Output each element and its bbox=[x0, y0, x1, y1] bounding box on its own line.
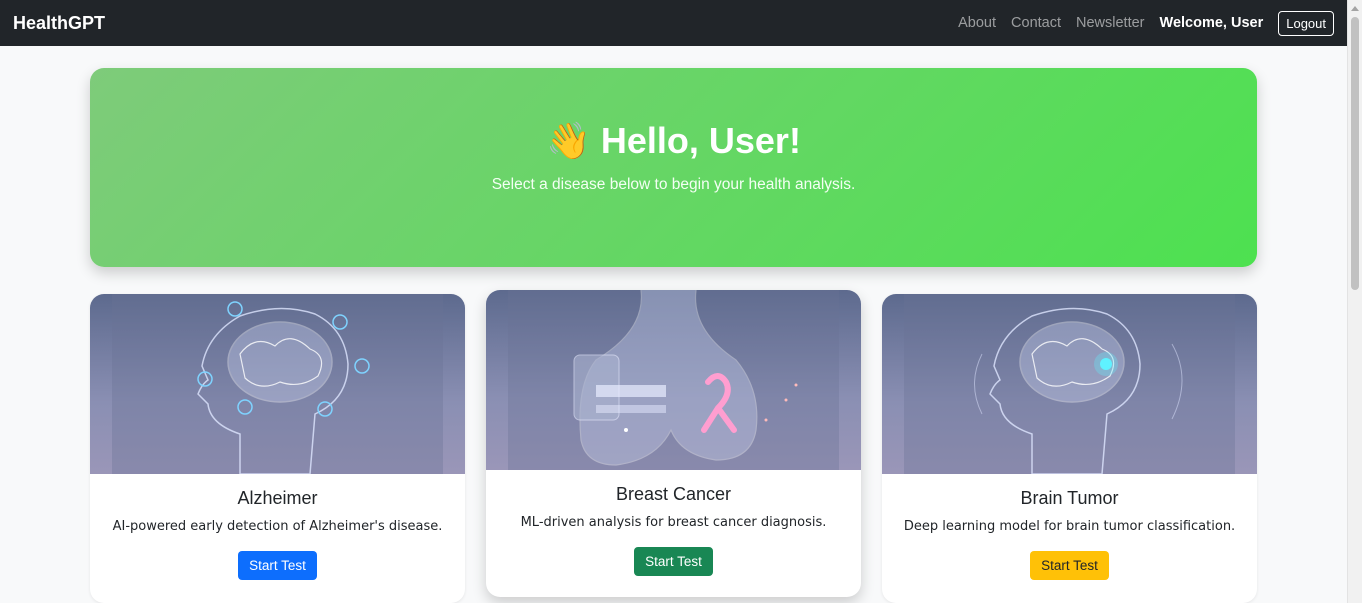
hero-banner: 👋 Hello, User! Select a disease below to… bbox=[90, 68, 1257, 267]
card-alzheimer: Alzheimer AI-powered early detection of … bbox=[90, 294, 465, 603]
welcome-username: User bbox=[1230, 15, 1264, 31]
card-description: Deep learning model for brain tumor clas… bbox=[903, 519, 1236, 534]
scroll-up-arrow-icon[interactable] bbox=[1351, 6, 1359, 11]
card-breast-cancer: Breast Cancer ML-driven analysis for bre… bbox=[486, 290, 861, 597]
card-title: Brain Tumor bbox=[1020, 488, 1119, 508]
waving-hand-icon: 👋 bbox=[546, 120, 591, 161]
brand-logo[interactable]: HealthGPT bbox=[13, 13, 105, 34]
welcome-text: Welcome, User bbox=[1160, 15, 1264, 31]
card-title: Breast Cancer bbox=[615, 484, 732, 504]
brain-icon bbox=[904, 294, 1235, 474]
scroll-thumb[interactable] bbox=[1351, 17, 1359, 290]
ribbon-icon bbox=[508, 290, 839, 470]
breast-cancer-image bbox=[486, 290, 861, 470]
nav-link-about[interactable]: About bbox=[958, 15, 996, 31]
nav-link-newsletter[interactable]: Newsletter bbox=[1076, 15, 1145, 31]
hero-subtitle: Select a disease below to begin your hea… bbox=[491, 176, 856, 193]
start-test-button-alzheimer[interactable]: Start Test bbox=[238, 551, 317, 580]
brain-tumor-image bbox=[882, 294, 1257, 474]
scrollbar[interactable] bbox=[1347, 0, 1362, 603]
start-test-button-breast-cancer[interactable]: Start Test bbox=[634, 547, 713, 576]
brain-icon bbox=[112, 294, 443, 474]
alzheimer-image bbox=[90, 294, 465, 474]
nav-links: About Contact Newsletter Welcome, User L… bbox=[958, 10, 1334, 36]
navbar: HealthGPT About Contact Newsletter Welco… bbox=[0, 0, 1347, 46]
nav-link-contact[interactable]: Contact bbox=[1011, 15, 1061, 31]
welcome-prefix: Welcome, bbox=[1159, 15, 1227, 31]
hero-title: 👋 Hello, User! bbox=[90, 120, 1257, 162]
logout-button[interactable]: Logout bbox=[1278, 10, 1334, 36]
card-title: Alzheimer bbox=[237, 488, 318, 508]
hero-title-text: Hello, User! bbox=[600, 120, 801, 161]
start-test-button-brain-tumor[interactable]: Start Test bbox=[1030, 551, 1109, 580]
card-description: ML-driven analysis for breast cancer dia… bbox=[520, 515, 827, 530]
card-description: AI-powered early detection of Alzheimer'… bbox=[112, 519, 443, 534]
card-brain-tumor: Brain Tumor Deep learning model for brai… bbox=[882, 294, 1257, 603]
